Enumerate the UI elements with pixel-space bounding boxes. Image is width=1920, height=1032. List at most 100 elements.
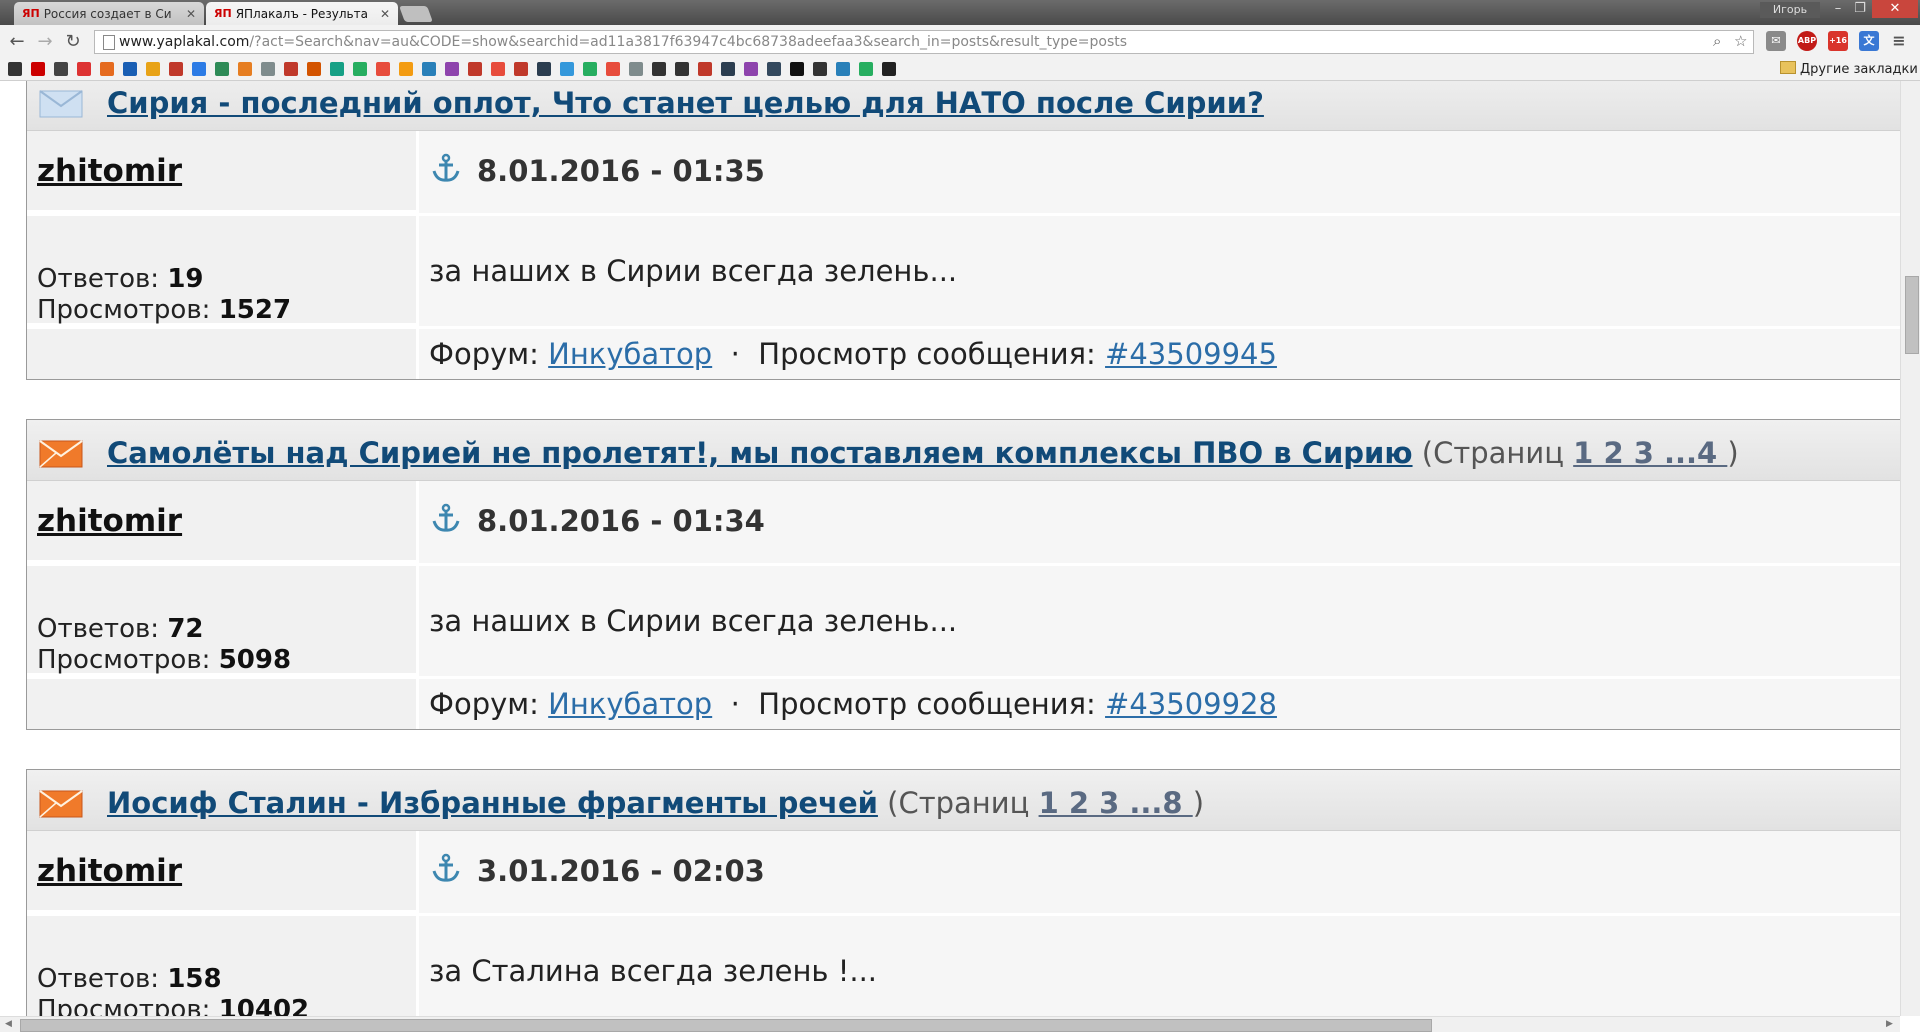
search-result-post: Сирия - последний оплот, Что станет цель…: [26, 81, 1900, 380]
mail-extension-icon[interactable]: ✉: [1766, 31, 1786, 51]
bookmark-favicon-icon[interactable]: [468, 62, 482, 76]
bookmark-favicon-icon[interactable]: [284, 62, 298, 76]
post-snippet: за наших в Сирии всегда зелень...: [429, 254, 958, 288]
bookmark-favicon-icon[interactable]: [514, 62, 528, 76]
bookmark-favicon-icon[interactable]: [537, 62, 551, 76]
forum-link[interactable]: Инкубатор: [548, 337, 712, 371]
bookmark-favicon-icon[interactable]: [54, 62, 68, 76]
bookmark-favicon-icon[interactable]: [721, 62, 735, 76]
pages-info: (Страниц 1 2 3 ...4 ): [1422, 436, 1739, 470]
new-tab-button[interactable]: [399, 6, 433, 22]
snippet-cell: за Сталина всегда зелень !...: [419, 916, 1900, 1016]
view-post-label: Просмотр сообщения:: [758, 337, 1096, 371]
maximize-icon[interactable]: ❐: [1845, 0, 1875, 18]
views-label: Просмотров:: [37, 295, 211, 325]
bookmark-favicon-icon[interactable]: [629, 62, 643, 76]
bookmark-favicon-icon[interactable]: [652, 62, 666, 76]
bookmark-favicon-icon[interactable]: [606, 62, 620, 76]
tab-close-icon[interactable]: ✕: [380, 7, 390, 21]
bookmark-favicon-icon[interactable]: [560, 62, 574, 76]
address-bar[interactable]: www.yaplakal.com/?act=Search&nav=au&CODE…: [94, 30, 1754, 54]
tab-title: Россия создает в Си: [43, 6, 172, 21]
bookmark-favicon-icon[interactable]: [353, 62, 367, 76]
post-date: 3.01.2016 - 02:03: [477, 854, 765, 888]
tab-close-icon[interactable]: ✕: [186, 7, 196, 21]
close-window-icon[interactable]: ✕: [1872, 0, 1918, 18]
profile-button[interactable]: Игорь: [1760, 2, 1820, 18]
adblock-icon[interactable]: ABP: [1797, 31, 1817, 51]
reload-icon[interactable]: ↻: [62, 31, 84, 53]
bookmark-favicon-icon[interactable]: [767, 62, 781, 76]
separator: ·: [730, 337, 740, 371]
scroll-left-icon[interactable]: ◀: [5, 1019, 12, 1029]
bookmark-favicon-icon[interactable]: [675, 62, 689, 76]
bookmark-favicon-icon[interactable]: [8, 62, 22, 76]
anchor-icon[interactable]: [431, 503, 461, 533]
pages-links[interactable]: 1 2 3 ...4: [1573, 436, 1727, 470]
horizontal-scroll-thumb[interactable]: [20, 1019, 1432, 1032]
bookmark-favicon-icon[interactable]: [491, 62, 505, 76]
bookmark-favicon-icon[interactable]: [169, 62, 183, 76]
bookmark-favicon-icon[interactable]: [859, 62, 873, 76]
horizontal-scrollbar[interactable]: ◀ ▶: [0, 1016, 1900, 1032]
bookmark-favicon-icon[interactable]: [192, 62, 206, 76]
author-link[interactable]: zhitomir: [37, 853, 182, 889]
scroll-right-icon[interactable]: ▶: [1886, 1019, 1893, 1029]
tab-1[interactable]: ЯП Россия создает в Си ✕: [14, 2, 204, 25]
anchor-icon[interactable]: [431, 853, 461, 883]
page-icon: [103, 35, 115, 50]
bookmark-favicon-icon[interactable]: [261, 62, 275, 76]
topic-link[interactable]: Сирия - последний оплот, Что станет цель…: [107, 86, 1264, 120]
replies-count: 158: [167, 964, 222, 994]
bookmark-favicon-icon[interactable]: [422, 62, 436, 76]
bookmark-favicon-icon[interactable]: [330, 62, 344, 76]
bookmark-favicon-icon[interactable]: [146, 62, 160, 76]
post-id-link[interactable]: #43509928: [1105, 687, 1277, 721]
bookmark-favicon-icon[interactable]: [238, 62, 252, 76]
views-label: Просмотров:: [37, 995, 211, 1016]
bookmark-favicon-icon[interactable]: [123, 62, 137, 76]
bookmark-favicon-icon[interactable]: [583, 62, 597, 76]
bookmark-favicon-icon[interactable]: [77, 62, 91, 76]
other-bookmarks[interactable]: Другие закладки: [1780, 61, 1918, 77]
translate-icon[interactable]: 文: [1859, 31, 1879, 51]
age-extension-icon[interactable]: +16: [1828, 31, 1848, 51]
author-link[interactable]: zhitomir: [37, 153, 182, 189]
date-cell: 3.01.2016 - 02:03: [419, 831, 1900, 916]
bookmark-favicon-icon[interactable]: [813, 62, 827, 76]
bookmark-favicon-icon[interactable]: [790, 62, 804, 76]
bookmark-favicon-icon[interactable]: [744, 62, 758, 76]
post-header: Иосиф Сталин - Избранные фрагменты речей…: [27, 770, 1900, 831]
bookmark-favicon-icon[interactable]: [307, 62, 321, 76]
bookmark-favicon-icon[interactable]: [836, 62, 850, 76]
back-icon[interactable]: ←: [6, 31, 28, 53]
forward-icon[interactable]: →: [34, 31, 56, 53]
bookmark-favicon-icon[interactable]: [31, 62, 45, 76]
date-cell: 8.01.2016 - 01:34: [419, 481, 1900, 566]
topic-link[interactable]: Иосиф Сталин - Избранные фрагменты речей: [107, 786, 878, 820]
forum-label: Форум:: [429, 687, 539, 721]
bookmark-favicon-icon[interactable]: [698, 62, 712, 76]
post-id-link[interactable]: #43509945: [1105, 337, 1277, 371]
bookmark-favicon-icon[interactable]: [215, 62, 229, 76]
forum-link[interactable]: Инкубатор: [548, 687, 712, 721]
pages-links[interactable]: 1 2 3 ...8: [1039, 786, 1193, 820]
pages-suffix: ): [1192, 786, 1205, 820]
author-link[interactable]: zhitomir: [37, 503, 182, 539]
anchor-icon[interactable]: [431, 153, 461, 183]
topic-link[interactable]: Самолёты над Сирией не пролетят!, мы пос…: [107, 436, 1413, 470]
bookmark-favicon-icon[interactable]: [399, 62, 413, 76]
search-icon[interactable]: ⌕: [1713, 32, 1721, 50]
bookmark-favicon-icon[interactable]: [882, 62, 896, 76]
menu-icon[interactable]: ≡: [1889, 31, 1909, 51]
tab-2[interactable]: ЯП ЯПлакалъ - Результа ✕: [206, 2, 398, 25]
post-title: Сирия - последний оплот, Что станет цель…: [107, 86, 1264, 120]
vertical-scroll-thumb[interactable]: [1905, 276, 1919, 354]
bookmark-favicon-icon[interactable]: [100, 62, 114, 76]
vertical-scrollbar[interactable]: [1900, 81, 1920, 1016]
unread-envelope-icon: [39, 440, 83, 468]
bookmark-star-icon[interactable]: ☆: [1734, 32, 1747, 50]
bookmark-favicon-icon[interactable]: [376, 62, 390, 76]
views-label: Просмотров:: [37, 645, 211, 675]
bookmark-favicon-icon[interactable]: [445, 62, 459, 76]
